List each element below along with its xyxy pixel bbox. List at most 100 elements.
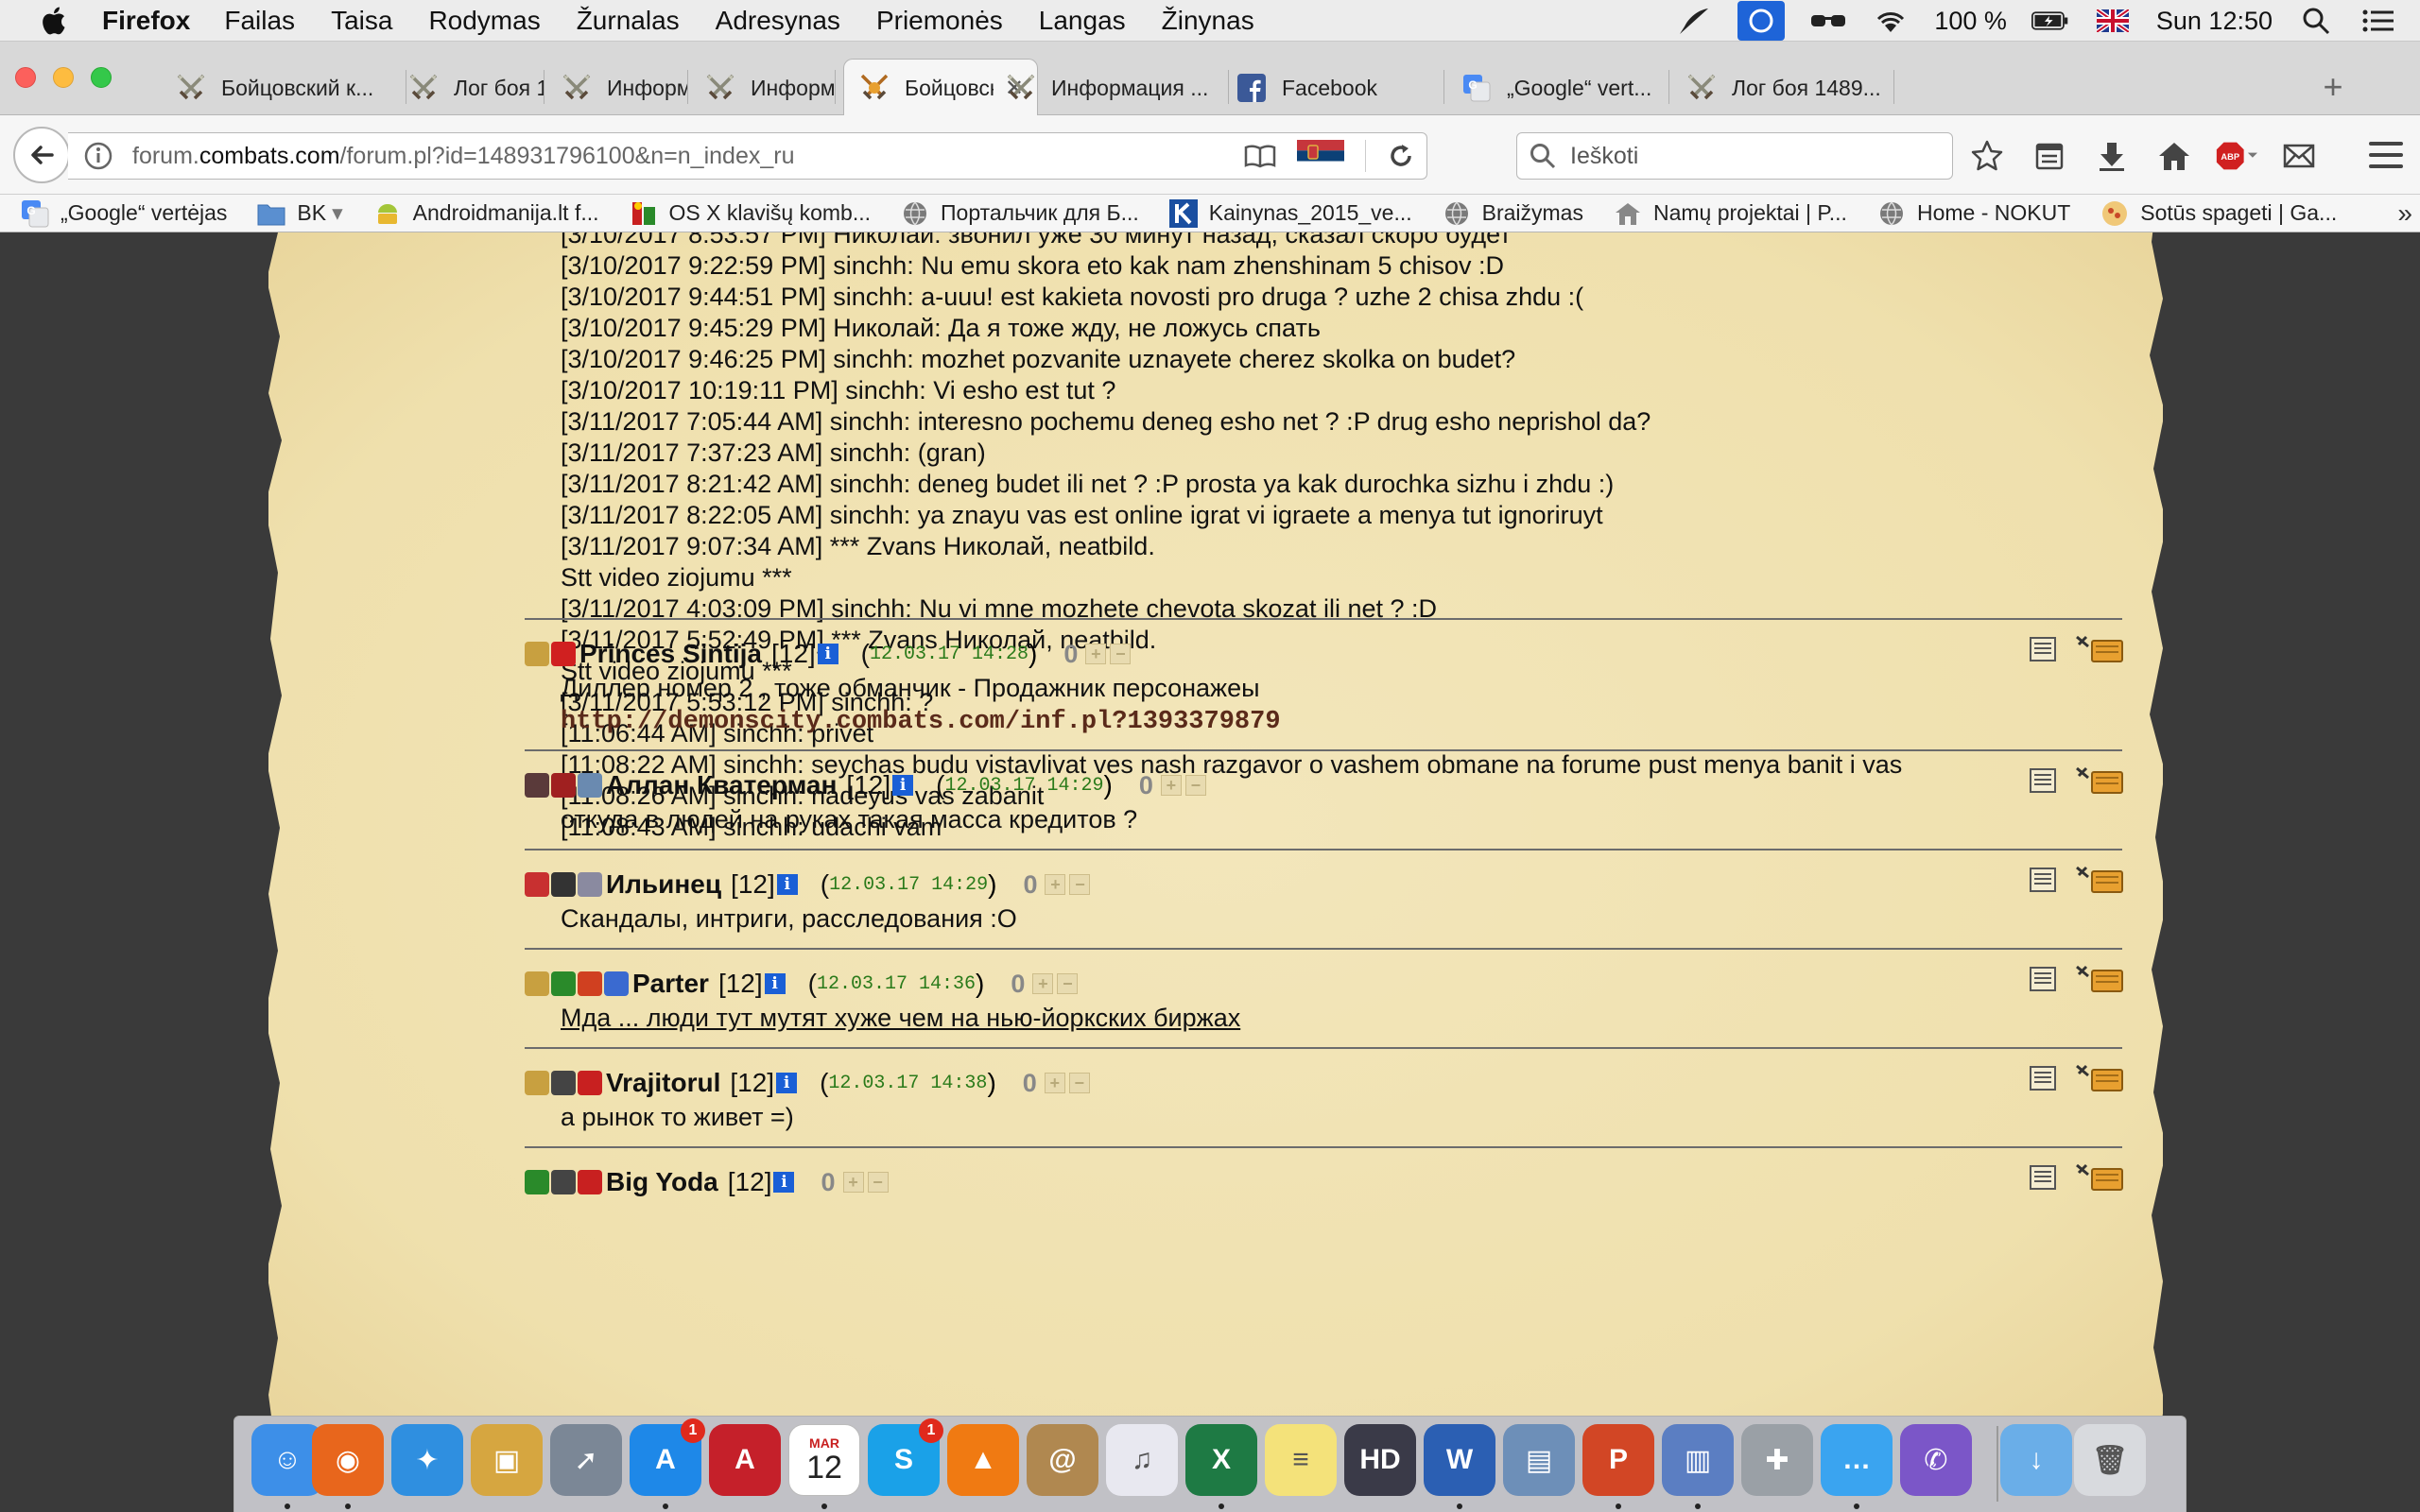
quote-icon[interactable] <box>2030 868 2056 892</box>
vote-down-icon[interactable]: − <box>1068 1073 1090 1093</box>
badge-icon[interactable] <box>525 971 549 996</box>
menu-rodymas[interactable]: Rodymas <box>428 6 540 36</box>
badge-icon[interactable] <box>525 872 549 897</box>
url-text[interactable]: forum.combats.com/forum.pl?id=1489317961… <box>132 143 794 170</box>
quote-icon[interactable] <box>2030 1066 2056 1091</box>
edit-quill-icon[interactable] <box>2075 963 2124 993</box>
notification-center-icon[interactable] <box>2360 5 2397 37</box>
menu-taisa[interactable]: Taisa <box>331 6 392 36</box>
menu-app-firefox[interactable]: Firefox <box>102 6 190 36</box>
quote-icon[interactable] <box>2030 967 2056 991</box>
itunes-icon[interactable]: ♫ <box>1106 1424 1178 1496</box>
site-info-icon[interactable] <box>83 141 113 171</box>
bookmark-item[interactable]: Namų projektai | P... <box>1614 199 1847 228</box>
menu-langas[interactable]: Langas <box>1039 6 1126 36</box>
user-info-icon[interactable]: i <box>776 1073 798 1093</box>
badge-icon[interactable] <box>525 773 549 798</box>
badge-icon[interactable] <box>525 642 549 666</box>
focus-circle-icon[interactable] <box>1737 1 1786 41</box>
badge-icon[interactable] <box>525 1071 549 1095</box>
badge-icon[interactable] <box>551 773 576 798</box>
bookmark-item[interactable]: Портальчик для Б... <box>901 199 1139 228</box>
vote-down-icon[interactable]: − <box>1069 874 1091 895</box>
badge-icon[interactable] <box>551 971 576 996</box>
safari-icon[interactable]: ✦ <box>391 1424 463 1496</box>
user-info-icon[interactable]: i <box>892 775 914 796</box>
vlc-icon[interactable]: ▲ <box>947 1424 1019 1496</box>
new-tab-button[interactable]: + <box>2314 67 2352 106</box>
edit-quill-icon[interactable] <box>2075 1062 2124 1092</box>
vote-up-icon[interactable]: + <box>1160 775 1182 796</box>
contacts-icon[interactable]: @ <box>1027 1424 1098 1496</box>
trash-icon[interactable]: 🗑 <box>2074 1424 2146 1496</box>
vote-up-icon[interactable]: + <box>1045 874 1066 895</box>
glasses-icon[interactable] <box>1809 5 1847 37</box>
tab-7[interactable]: Facebook <box>1221 60 1444 115</box>
badge-icon[interactable] <box>551 1071 576 1095</box>
author-name[interactable]: Vrajitorul <box>606 1068 720 1098</box>
badge-icon[interactable] <box>551 1170 576 1194</box>
preview-icon[interactable]: ▤ <box>1503 1424 1575 1496</box>
feather-icon[interactable] <box>1675 5 1713 37</box>
autocad-icon[interactable]: A <box>709 1424 781 1496</box>
window-zoom-button[interactable] <box>91 67 112 88</box>
menu-hamburger-icon[interactable] <box>2365 136 2407 174</box>
window-minimize-button[interactable] <box>53 67 74 88</box>
wifi-icon[interactable] <box>1872 5 1910 37</box>
downloads-icon[interactable] <box>2091 135 2133 177</box>
badge-icon[interactable] <box>551 872 576 897</box>
photo-hd-icon[interactable]: HD <box>1344 1424 1416 1496</box>
bookmark-item[interactable]: G „Google“ vertėjas <box>21 199 227 228</box>
menu-zinynas[interactable]: Žinynas <box>1162 6 1254 36</box>
bookmark-item[interactable]: Sotūs spageti | Ga... <box>2100 199 2337 228</box>
user-info-icon[interactable]: i <box>773 1172 795 1193</box>
badge-icon[interactable] <box>578 773 602 798</box>
battery-icon[interactable] <box>2031 5 2069 37</box>
menu-zurnalas[interactable]: Žurnalas <box>577 6 680 36</box>
utility-icon[interactable]: ▣ <box>471 1424 543 1496</box>
edit-quill-icon[interactable] <box>2075 633 2124 663</box>
badge-icon[interactable] <box>578 1170 602 1194</box>
bookmark-item[interactable]: Home - NOKUT <box>1877 199 2070 228</box>
author-name[interactable]: Princes Sintija <box>579 639 762 669</box>
tab-4[interactable]: Информация ... <box>690 60 836 115</box>
badge-icon[interactable] <box>604 971 629 996</box>
tab-3[interactable]: Информация ... <box>546 60 688 115</box>
tab-2[interactable]: Лог боя 1489... <box>393 60 544 115</box>
bookmark-item[interactable]: Braižymas <box>1443 199 1583 228</box>
edit-quill-icon[interactable] <box>2075 864 2124 894</box>
edit-quill-icon[interactable] <box>2075 765 2124 795</box>
tab-9[interactable]: Лог боя 1489... <box>1671 60 1894 115</box>
screen-sharing-icon[interactable]: ▥ <box>1662 1424 1734 1496</box>
author-name[interactable]: Big Yoda <box>606 1167 718 1197</box>
tab-6[interactable]: Информация ... <box>991 60 1229 115</box>
bookmark-item[interactable]: BK ▾ <box>257 199 343 228</box>
vote-up-icon[interactable]: + <box>1085 644 1107 664</box>
word-icon[interactable]: W <box>1424 1424 1495 1496</box>
url-bar[interactable]: forum.combats.com/forum.pl?id=1489317961… <box>68 132 1427 180</box>
reader-view-icon[interactable] <box>1244 144 1276 168</box>
bookmarks-list-icon[interactable] <box>2029 135 2070 177</box>
apple-icon[interactable] <box>34 2 72 40</box>
launchpad-icon[interactable]: ➚ <box>550 1424 622 1496</box>
reload-icon[interactable] <box>1387 142 1415 170</box>
badge-icon[interactable] <box>551 642 576 666</box>
vote-down-icon[interactable]: − <box>1184 775 1206 796</box>
search-bar[interactable]: Ieškoti <box>1516 132 1953 180</box>
user-info-icon[interactable]: i <box>764 973 786 994</box>
bookmark-item[interactable]: OS X klavišų komb... <box>630 199 871 228</box>
calendar-icon[interactable]: MAR 12 <box>788 1424 860 1496</box>
bookmark-star-icon[interactable] <box>1966 135 2008 177</box>
notes-icon[interactable]: ≡ <box>1265 1424 1337 1496</box>
author-name[interactable]: Ильинец <box>606 869 721 900</box>
quote-icon[interactable] <box>2030 768 2056 793</box>
window-close-button[interactable] <box>15 67 36 88</box>
menu-priemones[interactable]: Priemonės <box>876 6 1003 36</box>
adblock-plus-icon[interactable]: ABP <box>2216 135 2257 177</box>
tab-1[interactable]: Бойцовский к... <box>161 60 406 115</box>
vote-up-icon[interactable]: + <box>842 1172 864 1193</box>
vote-down-icon[interactable]: − <box>1110 644 1132 664</box>
author-name[interactable]: Parter <box>632 969 709 999</box>
vote-down-icon[interactable]: − <box>867 1172 889 1193</box>
mail-icon[interactable] <box>2278 135 2320 177</box>
